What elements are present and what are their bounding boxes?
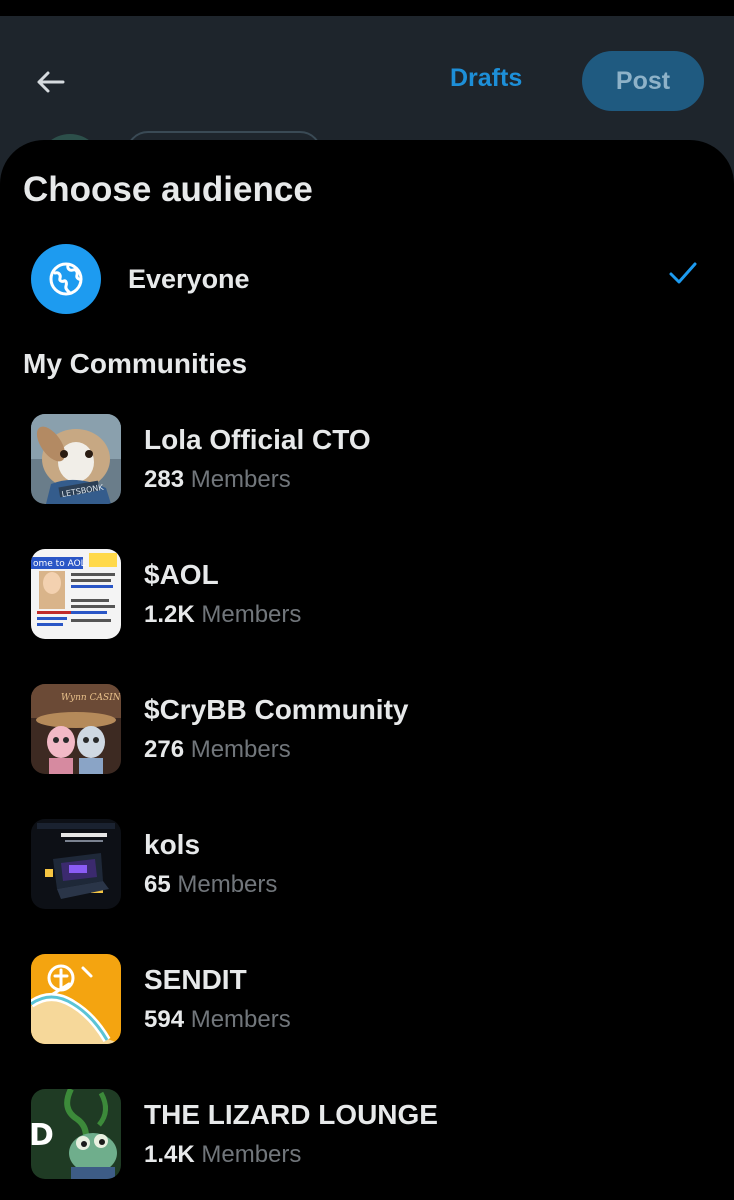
- community-thumbnail: ome to AOL: [31, 549, 121, 639]
- community-name: THE LIZARD LOUNGE: [144, 1099, 438, 1130]
- community-item[interactable]: kols 65 Members: [0, 819, 734, 919]
- community-thumbnail: [31, 954, 121, 1044]
- members-label: Members: [201, 1141, 302, 1168]
- status-bar-strip: [0, 0, 734, 16]
- community-item[interactable]: ome to AOL $AOL 1.2K Members: [0, 549, 734, 649]
- member-count: 65: [144, 871, 171, 898]
- community-name: SENDIT: [144, 964, 247, 995]
- member-count: 594: [144, 1006, 185, 1033]
- community-thumbnail: LETSBONK: [31, 414, 121, 504]
- svg-text:D: D: [31, 1118, 54, 1153]
- svg-text:Wynn CASINO: Wynn CASINO: [61, 693, 121, 703]
- community-meta: 594 Members: [144, 1006, 291, 1034]
- community-item[interactable]: Wynn CASINO $CryBB Community 276 Members: [0, 684, 734, 784]
- community-thumbnail: D: [31, 1089, 121, 1179]
- section-title: My Communities: [23, 348, 248, 379]
- community-meta: 1.2K Members: [144, 601, 301, 629]
- svg-text:ome to AOL: ome to AOL: [33, 559, 86, 569]
- community-thumbnail: Wynn CASINO: [31, 684, 121, 774]
- community-item[interactable]: SENDIT 594 Members: [0, 954, 734, 1054]
- community-name: $AOL: [144, 559, 219, 590]
- back-button[interactable]: [30, 62, 70, 102]
- members-label: Members: [177, 871, 278, 898]
- community-item[interactable]: D THE LIZARD LOUNGE 1.4K Members: [0, 1089, 734, 1189]
- members-label: Members: [201, 601, 302, 628]
- community-thumbnail: [31, 819, 121, 909]
- arrow-left-icon: [37, 71, 65, 93]
- choose-audience-sheet: Choose audience Everyone My Communities: [0, 140, 734, 1200]
- community-item[interactable]: LETSBONK Lola Official CTO 283 Members: [0, 414, 734, 514]
- community-meta: 276 Members: [144, 736, 291, 764]
- members-label: Members: [190, 1006, 291, 1033]
- community-meta: 65 Members: [144, 871, 277, 899]
- community-name: $CryBB Community: [144, 694, 409, 725]
- sheet-title: Choose audience: [23, 170, 313, 209]
- member-count: 276: [144, 736, 185, 763]
- audience-option-everyone[interactable]: Everyone: [0, 240, 734, 322]
- member-count: 283: [144, 466, 185, 493]
- community-meta: 1.4K Members: [144, 1141, 301, 1169]
- community-name: Lola Official CTO: [144, 424, 371, 455]
- checkmark-icon: [669, 262, 697, 284]
- members-label: Members: [190, 466, 291, 493]
- community-name: kols: [144, 829, 201, 860]
- member-count: 1.4K: [144, 1141, 195, 1168]
- member-count: 1.2K: [144, 601, 195, 628]
- post-button[interactable]: Post: [582, 51, 704, 111]
- globe-icon: [31, 244, 101, 314]
- drafts-link[interactable]: Drafts: [450, 64, 522, 93]
- community-meta: 283 Members: [144, 466, 291, 494]
- everyone-label: Everyone: [128, 264, 250, 294]
- members-label: Members: [190, 736, 291, 763]
